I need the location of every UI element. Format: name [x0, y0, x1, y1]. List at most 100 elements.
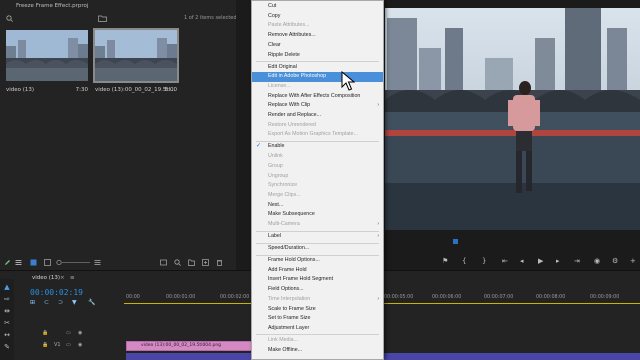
find-icon[interactable]	[174, 259, 181, 266]
list-view-icon[interactable]	[15, 259, 22, 266]
ruler-tick: 00:00:01:00	[166, 295, 196, 300]
new-bin-icon[interactable]	[98, 15, 107, 22]
new-item-icon[interactable]	[202, 259, 209, 266]
go-to-out-icon[interactable]: ⇥	[574, 257, 580, 265]
project-clip-item[interactable]: video (13) 7:30	[4, 28, 90, 93]
eye-icon[interactable]: ◉	[78, 342, 82, 348]
lock-icon[interactable]: 🔒	[42, 342, 48, 348]
zoom-slider[interactable]	[56, 259, 90, 266]
play-icon[interactable]: ▶	[538, 257, 543, 265]
slip-tool-icon[interactable]: ↔	[3, 331, 11, 339]
menu-item-remove-attributes[interactable]: Remove Attributes...	[252, 31, 383, 41]
submenu-arrow-icon: ›	[377, 295, 379, 302]
wrench-icon[interactable]: 🔧	[88, 299, 95, 306]
menu-item-label: Insert Frame Hold Segment	[268, 276, 334, 283]
project-title: Freeze Frame Effect.prproj	[16, 3, 89, 9]
clip-context-menu: Cut Copy Paste Attributes... Remove Attribu…	[251, 0, 384, 360]
go-to-in-icon[interactable]: ⇤	[502, 257, 508, 265]
ripple-edit-tool-icon[interactable]: ⇹	[3, 307, 11, 315]
menu-item-scale-to-frame-size[interactable]: Scale to Frame Size	[252, 305, 383, 315]
menu-item-speed-duration[interactable]: Speed/Duration...	[252, 244, 383, 254]
step-back-icon[interactable]: ◂	[520, 257, 524, 265]
project-clip-item-selected[interactable]: video (13):00_00_02_19.5tl... 5:00	[93, 28, 179, 93]
sync-lock-icon[interactable]: ▭	[66, 330, 71, 336]
menu-item-label: Copy	[268, 12, 281, 19]
menu-item-link-media: Link Media...	[252, 336, 383, 346]
menu-item-make-subsequence[interactable]: Make Subsequence	[252, 210, 383, 220]
mark-in-icon[interactable]: {	[462, 257, 466, 265]
step-forward-icon[interactable]: ▸	[556, 257, 560, 265]
menu-item-group: Group	[252, 162, 383, 172]
pen-tool-icon[interactable]: ✎	[3, 343, 11, 351]
playhead-timecode[interactable]: 00:00:02:19	[30, 288, 83, 297]
menu-item-label: Restore Unrendered	[268, 121, 316, 128]
clip-name: video (13)	[6, 87, 35, 93]
zoom-handle[interactable]	[453, 239, 458, 244]
menu-icon[interactable]	[94, 259, 101, 266]
add-button-icon[interactable]: +	[630, 257, 636, 265]
timeline-clip-video[interactable]	[384, 353, 640, 360]
menu-item-adjustment-layer[interactable]: Adjustment Layer	[252, 324, 383, 334]
snap-icon[interactable]: ⊂	[44, 299, 49, 306]
menu-item-copy[interactable]: Copy	[252, 12, 383, 22]
ruler-tick: 00:00:02:00	[220, 295, 250, 300]
menu-item-set-to-frame-size[interactable]: Set to Frame Size	[252, 314, 383, 324]
menu-item-clear[interactable]: Clear	[252, 41, 383, 51]
menu-item-label: Enable	[268, 143, 285, 150]
marker-icon[interactable]: ⚑	[442, 257, 448, 265]
trash-icon[interactable]	[216, 259, 223, 266]
menu-item-replace-with-after-effects-composition[interactable]: Replace With After Effects Composition	[252, 92, 383, 102]
menu-item-label: Merge Clips...	[268, 191, 301, 198]
timeline-clip[interactable]: video (13):00_00_02_19.5tl004.png	[126, 341, 252, 351]
menu-item-merge-clips: Merge Clips...	[252, 191, 383, 201]
menu-item-label: Clear	[268, 41, 281, 48]
menu-item-label[interactable]: Label ›	[252, 232, 383, 242]
settings-icon[interactable]: ⚙	[612, 257, 618, 265]
icon-view-icon[interactable]	[30, 259, 37, 266]
track-label[interactable]: V1	[54, 342, 61, 348]
menu-item-render-and-replace[interactable]: Render and Replace...	[252, 111, 383, 121]
new-bin-icon[interactable]	[188, 259, 195, 266]
eye-icon[interactable]: ◉	[78, 330, 82, 336]
menu-item-label: Frame Hold Options...	[268, 257, 320, 263]
selection-tool-icon[interactable]: ▲	[3, 283, 11, 291]
menu-item-add-frame-hold[interactable]: Add Frame Hold	[252, 266, 383, 276]
timeline-clip-label: video (13):00_00_02_19.5tl004.png	[141, 343, 222, 348]
automate-icon[interactable]	[160, 259, 167, 266]
menu-item-make-offline[interactable]: Make Offline...	[252, 346, 383, 356]
menu-item-frame-hold-options[interactable]: Frame Hold Options...	[252, 256, 383, 266]
razor-tool-icon[interactable]: ✂	[3, 319, 11, 327]
nest-toggle-icon[interactable]: ⊞	[30, 299, 35, 306]
menu-item-edit-original[interactable]: Edit Original	[252, 63, 383, 73]
menu-item-label: Add Frame Hold	[268, 266, 307, 273]
submenu-arrow-icon: ›	[377, 233, 379, 239]
sequence-close-icon[interactable]: ×	[60, 275, 65, 281]
submenu-arrow-icon: ›	[377, 221, 379, 227]
sync-lock-icon[interactable]: ▭	[66, 342, 71, 348]
project-toolbar	[0, 257, 236, 270]
freeform-view-icon[interactable]	[44, 259, 51, 266]
linked-selection-icon[interactable]: ⊃	[58, 299, 63, 306]
add-marker-icon[interactable]: ▼	[72, 299, 77, 306]
mark-out-icon[interactable]: }	[482, 257, 486, 265]
lock-icon[interactable]: 🔒	[42, 330, 48, 336]
menu-item-replace-with-clip[interactable]: Replace With Clip ›	[252, 101, 383, 111]
menu-item-label: Remove Attributes...	[268, 32, 316, 39]
sequence-tab[interactable]: video (13)	[32, 275, 60, 281]
track-header-v1: 🔒 V1 ▭ ◉	[14, 340, 124, 352]
timeline-clip-audio[interactable]	[126, 353, 252, 360]
menu-item-field-options[interactable]: Field Options...	[252, 285, 383, 295]
sequence-menu-icon[interactable]: ≡	[70, 275, 75, 281]
search-icon[interactable]	[6, 15, 13, 22]
menu-item-edit-in-adobe-photoshop[interactable]: Edit in Adobe Photoshop	[252, 72, 383, 82]
menu-item-ripple-delete[interactable]: Ripple Delete	[252, 51, 383, 61]
menu-item-cut[interactable]: Cut	[252, 2, 383, 12]
track-select-tool-icon[interactable]: ⇨	[3, 295, 11, 303]
menu-item-label: Render and Replace...	[268, 112, 322, 118]
menu-item-enable[interactable]: Enable ✓	[252, 142, 383, 152]
export-frame-icon[interactable]: ◉	[594, 257, 600, 265]
menu-item-insert-frame-hold-segment[interactable]: Insert Frame Hold Segment	[252, 275, 383, 285]
pencil-icon[interactable]	[4, 259, 11, 266]
menu-item-nest[interactable]: Nest...	[252, 201, 383, 211]
menu-item-license: License...	[252, 82, 383, 92]
